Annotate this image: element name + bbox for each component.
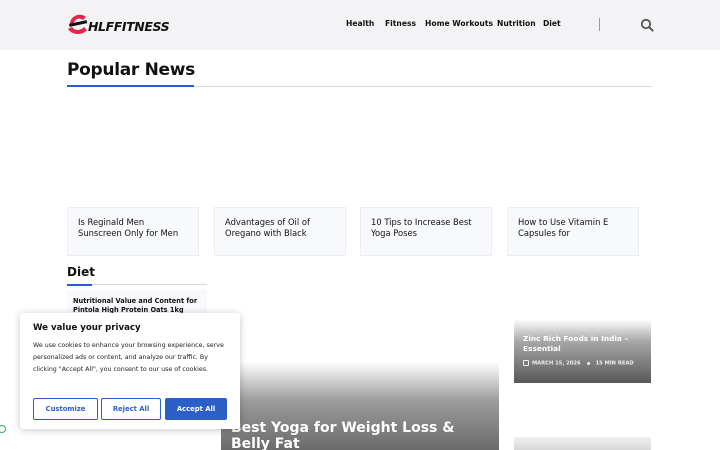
featured-post-large[interactable]: Best Yoga for Weight Loss & Belly Fat	[221, 362, 499, 450]
cookie-customize-button[interactable]: Customize	[33, 398, 98, 420]
news-card-title[interactable]: 10 Tips to Increase Best Yoga Poses	[371, 217, 481, 238]
news-card[interactable]: Is Reginald Men Sunscreen Only for Men	[67, 207, 199, 256]
nav-fitness[interactable]: Fitness	[385, 19, 416, 28]
cookie-reject-button[interactable]: Reject All	[101, 398, 161, 420]
diet-title-accent	[67, 284, 92, 286]
featured-post-thumbnail[interactable]	[514, 437, 651, 450]
nav-divider	[599, 18, 600, 31]
news-card[interactable]: How to Use Vitamin E Capsules for	[507, 207, 639, 256]
post-read-time: 15 MIN READ	[595, 360, 634, 367]
cookie-accept-button[interactable]: Accept All	[165, 398, 227, 420]
featured-post-side[interactable]: Zinc Rich Foods in India – Essential MAR…	[514, 319, 651, 383]
post-date: MARCH 15, 2026	[532, 360, 581, 367]
featured-post-side-title[interactable]: Zinc Rich Foods in India – Essential	[523, 334, 645, 353]
news-card[interactable]: 10 Tips to Increase Best Yoga Poses	[360, 207, 492, 256]
news-card[interactable]: Advantages of Oil of Oregano with Black	[214, 207, 346, 256]
site-logo[interactable]: HLFFITNESS	[66, 11, 170, 39]
meta-separator	[586, 361, 590, 365]
nav-nutrition[interactable]: Nutrition	[497, 19, 536, 28]
news-card-title[interactable]: Advantages of Oil of Oregano with Black	[225, 217, 335, 238]
news-card-title[interactable]: Is Reginald Men Sunscreen Only for Men	[78, 217, 188, 238]
search-icon[interactable]	[640, 18, 654, 32]
cookie-description: We use cookies to enhance your browsing …	[33, 342, 224, 373]
section-title-accent	[67, 85, 194, 87]
site-header: HLFFITNESS Health Fitness Home Workouts …	[0, 0, 720, 50]
cookie-consent-banner: We value your privacy We use cookies to …	[20, 313, 240, 429]
featured-post-title[interactable]: Best Yoga for Weight Loss & Belly Fat	[231, 420, 493, 450]
calendar-icon	[523, 360, 529, 366]
cookie-title: We value your privacy	[33, 323, 141, 333]
nav-home-workouts[interactable]: Home Workouts	[425, 19, 493, 28]
nav-diet[interactable]: Diet	[543, 19, 561, 28]
logo-mark-icon	[68, 14, 88, 35]
news-card-title[interactable]: How to Use Vitamin E Capsules for	[518, 217, 628, 238]
section-title: Popular News	[67, 60, 195, 80]
diet-section-title: Diet	[67, 265, 95, 279]
post-meta: MARCH 15, 2026 15 MIN READ	[523, 360, 634, 367]
diet-item-title[interactable]: Nutritional Value and Content for Pintol…	[73, 297, 201, 314]
cookie-settings-badge[interactable]	[0, 425, 6, 433]
nav-health[interactable]: Health	[346, 19, 374, 28]
logo-text: HLFFITNESS	[88, 19, 170, 34]
